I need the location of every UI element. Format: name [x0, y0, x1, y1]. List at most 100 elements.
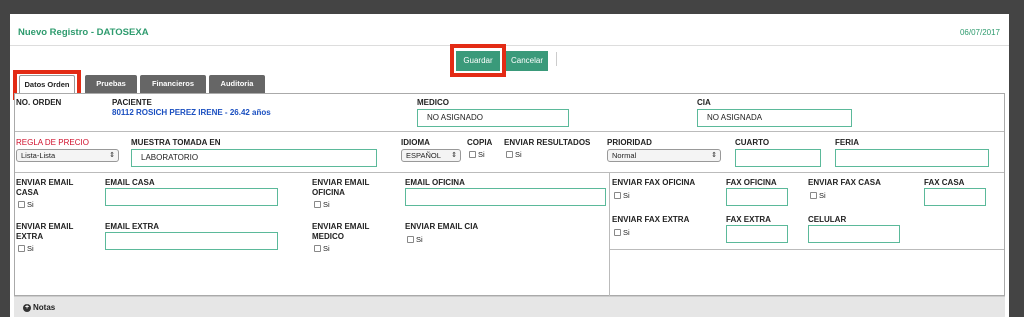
highlight-save — [450, 44, 506, 77]
checkbox-label: Si — [416, 235, 423, 244]
checkbox-box[interactable] — [314, 201, 321, 208]
idioma-label: IDIOMA — [401, 138, 430, 147]
paciente-label: PACIENTE — [112, 98, 152, 107]
fax-casa-field[interactable] — [924, 188, 986, 206]
checkbox-box[interactable] — [469, 151, 476, 158]
enviar-resultados-checkbox[interactable]: Si — [506, 150, 522, 159]
prioridad-label: PRIORIDAD — [607, 138, 652, 147]
copia-checkbox[interactable]: Si — [469, 150, 485, 159]
label-line: CASA — [16, 188, 39, 197]
checkbox-box[interactable] — [614, 229, 621, 236]
prioridad-select[interactable]: Normal ⇕ — [607, 149, 721, 162]
cia-label: CIA — [697, 98, 711, 107]
celular-label: CELULAR — [808, 215, 847, 224]
label-line: ENVIAR EMAIL — [312, 178, 370, 187]
enviar-fax-casa-checkbox[interactable]: Si — [810, 191, 826, 200]
label-line: MEDICO — [312, 232, 344, 241]
tab-pruebas[interactable]: Pruebas — [85, 75, 137, 93]
fax-casa-label: FAX CASA — [924, 178, 965, 187]
tab-financieros[interactable]: Financieros — [140, 75, 206, 93]
enviar-fax-extra-label: ENVIAR FAX EXTRA — [612, 215, 690, 224]
checkbox-label: Si — [819, 191, 826, 200]
row-divider — [15, 172, 1004, 173]
label-line: OFICINA — [312, 188, 345, 197]
enviar-email-casa-checkbox[interactable]: Si — [18, 200, 34, 209]
checkbox-label: Si — [515, 150, 522, 159]
no-orden-label: NO. ORDEN — [16, 98, 62, 107]
fax-extra-field[interactable] — [726, 225, 788, 243]
prioridad-value: Normal — [612, 151, 637, 160]
enviar-email-cia-label: ENVIAR EMAIL CIA — [405, 222, 479, 231]
idioma-value: ESPAÑOL — [406, 151, 441, 160]
muestra-field[interactable]: LABORATORIO — [131, 149, 377, 167]
feria-field[interactable] — [835, 149, 989, 167]
enviar-fax-oficina-checkbox[interactable]: Si — [614, 191, 630, 200]
cancel-button[interactable]: Cancelar — [506, 51, 548, 71]
checkbox-label: Si — [27, 200, 34, 209]
email-oficina-field[interactable] — [405, 188, 606, 206]
checkbox-label: Si — [623, 191, 630, 200]
feria-label: FERIA — [835, 138, 859, 147]
enviar-fax-oficina-label: ENVIAR FAX OFICINA — [612, 178, 696, 187]
checkbox-label: Si — [27, 244, 34, 253]
enviar-fax-extra-checkbox[interactable]: Si — [614, 228, 630, 237]
fax-extra-label: FAX EXTRA — [726, 215, 771, 224]
regla-precio-label: REGLA DE PRECIO — [16, 138, 89, 147]
regla-precio-value: Lista-Lista — [21, 151, 56, 160]
label-line: EXTRA — [16, 232, 44, 241]
fax-oficina-field[interactable] — [726, 188, 788, 206]
fax-oficina-label: FAX OFICINA — [726, 178, 777, 187]
cia-field[interactable]: NO ASIGNADA — [697, 109, 852, 127]
paciente-value[interactable]: 80112 ROSICH PEREZ IRENE - 26.42 años — [112, 108, 271, 117]
checkbox-box[interactable] — [18, 245, 25, 252]
celular-field[interactable] — [808, 225, 900, 243]
checkbox-label: Si — [478, 150, 485, 159]
medico-field[interactable]: NO ASIGNADO — [417, 109, 569, 127]
checkbox-box[interactable] — [18, 201, 25, 208]
checkbox-box[interactable] — [810, 192, 817, 199]
medico-label: MEDICO — [417, 98, 449, 107]
date-label: 06/07/2017 — [959, 28, 1000, 37]
checkbox-label: Si — [323, 244, 330, 253]
enviar-email-oficina-label: ENVIAR EMAIL OFICINA — [312, 178, 369, 198]
select-arrow-icon: ⇕ — [451, 152, 457, 159]
datos-orden-panel: NO. ORDEN PACIENTE 80112 ROSICH PEREZ IR… — [14, 93, 1005, 296]
email-extra-label: EMAIL EXTRA — [105, 222, 160, 231]
tab-auditoria[interactable]: Auditoria — [209, 75, 265, 93]
toolbar-separator — [556, 52, 557, 66]
divider — [10, 45, 1009, 46]
cuarto-field[interactable] — [735, 149, 821, 167]
copia-label: COPIA — [467, 138, 493, 147]
label-line: ENVIAR EMAIL — [312, 222, 370, 231]
regla-precio-select[interactable]: Lista-Lista ⇕ — [16, 149, 119, 162]
notes-toggle[interactable]: + Notas — [23, 303, 55, 313]
enviar-fax-casa-label: ENVIAR FAX CASA — [808, 178, 881, 187]
label-line: ENVIAR EMAIL — [16, 222, 74, 231]
enviar-email-cia-checkbox[interactable]: Si — [407, 235, 423, 244]
enviar-email-casa-label: ENVIAR EMAIL CASA — [16, 178, 73, 198]
email-extra-field[interactable] — [105, 232, 278, 250]
idioma-select[interactable]: ESPAÑOL ⇕ — [401, 149, 461, 162]
plus-icon: + — [23, 304, 31, 312]
form-window: Nuevo Registro - DATOSEXA 06/07/2017 Gua… — [10, 14, 1009, 317]
cuarto-label: CUARTO — [735, 138, 770, 147]
notes-label: Notas — [33, 303, 56, 312]
select-arrow-icon: ⇕ — [711, 152, 717, 159]
fax-divider — [609, 249, 1004, 250]
checkbox-box[interactable] — [614, 192, 621, 199]
enviar-email-extra-label: ENVIAR EMAIL EXTRA — [16, 222, 73, 242]
checkbox-label: Si — [623, 228, 630, 237]
enviar-email-medico-checkbox[interactable]: Si — [314, 244, 330, 253]
checkbox-box[interactable] — [314, 245, 321, 252]
notes-section[interactable]: + Notas — [14, 296, 1005, 317]
enviar-email-extra-checkbox[interactable]: Si — [18, 244, 34, 253]
enviar-email-medico-label: ENVIAR EMAIL MEDICO — [312, 222, 369, 242]
row-divider — [15, 131, 1004, 132]
checkbox-label: Si — [323, 200, 330, 209]
checkbox-box[interactable] — [407, 236, 414, 243]
section-divider — [609, 172, 610, 296]
checkbox-box[interactable] — [506, 151, 513, 158]
email-oficina-label: EMAIL OFICINA — [405, 178, 465, 187]
enviar-email-oficina-checkbox[interactable]: Si — [314, 200, 330, 209]
email-casa-field[interactable] — [105, 188, 278, 206]
